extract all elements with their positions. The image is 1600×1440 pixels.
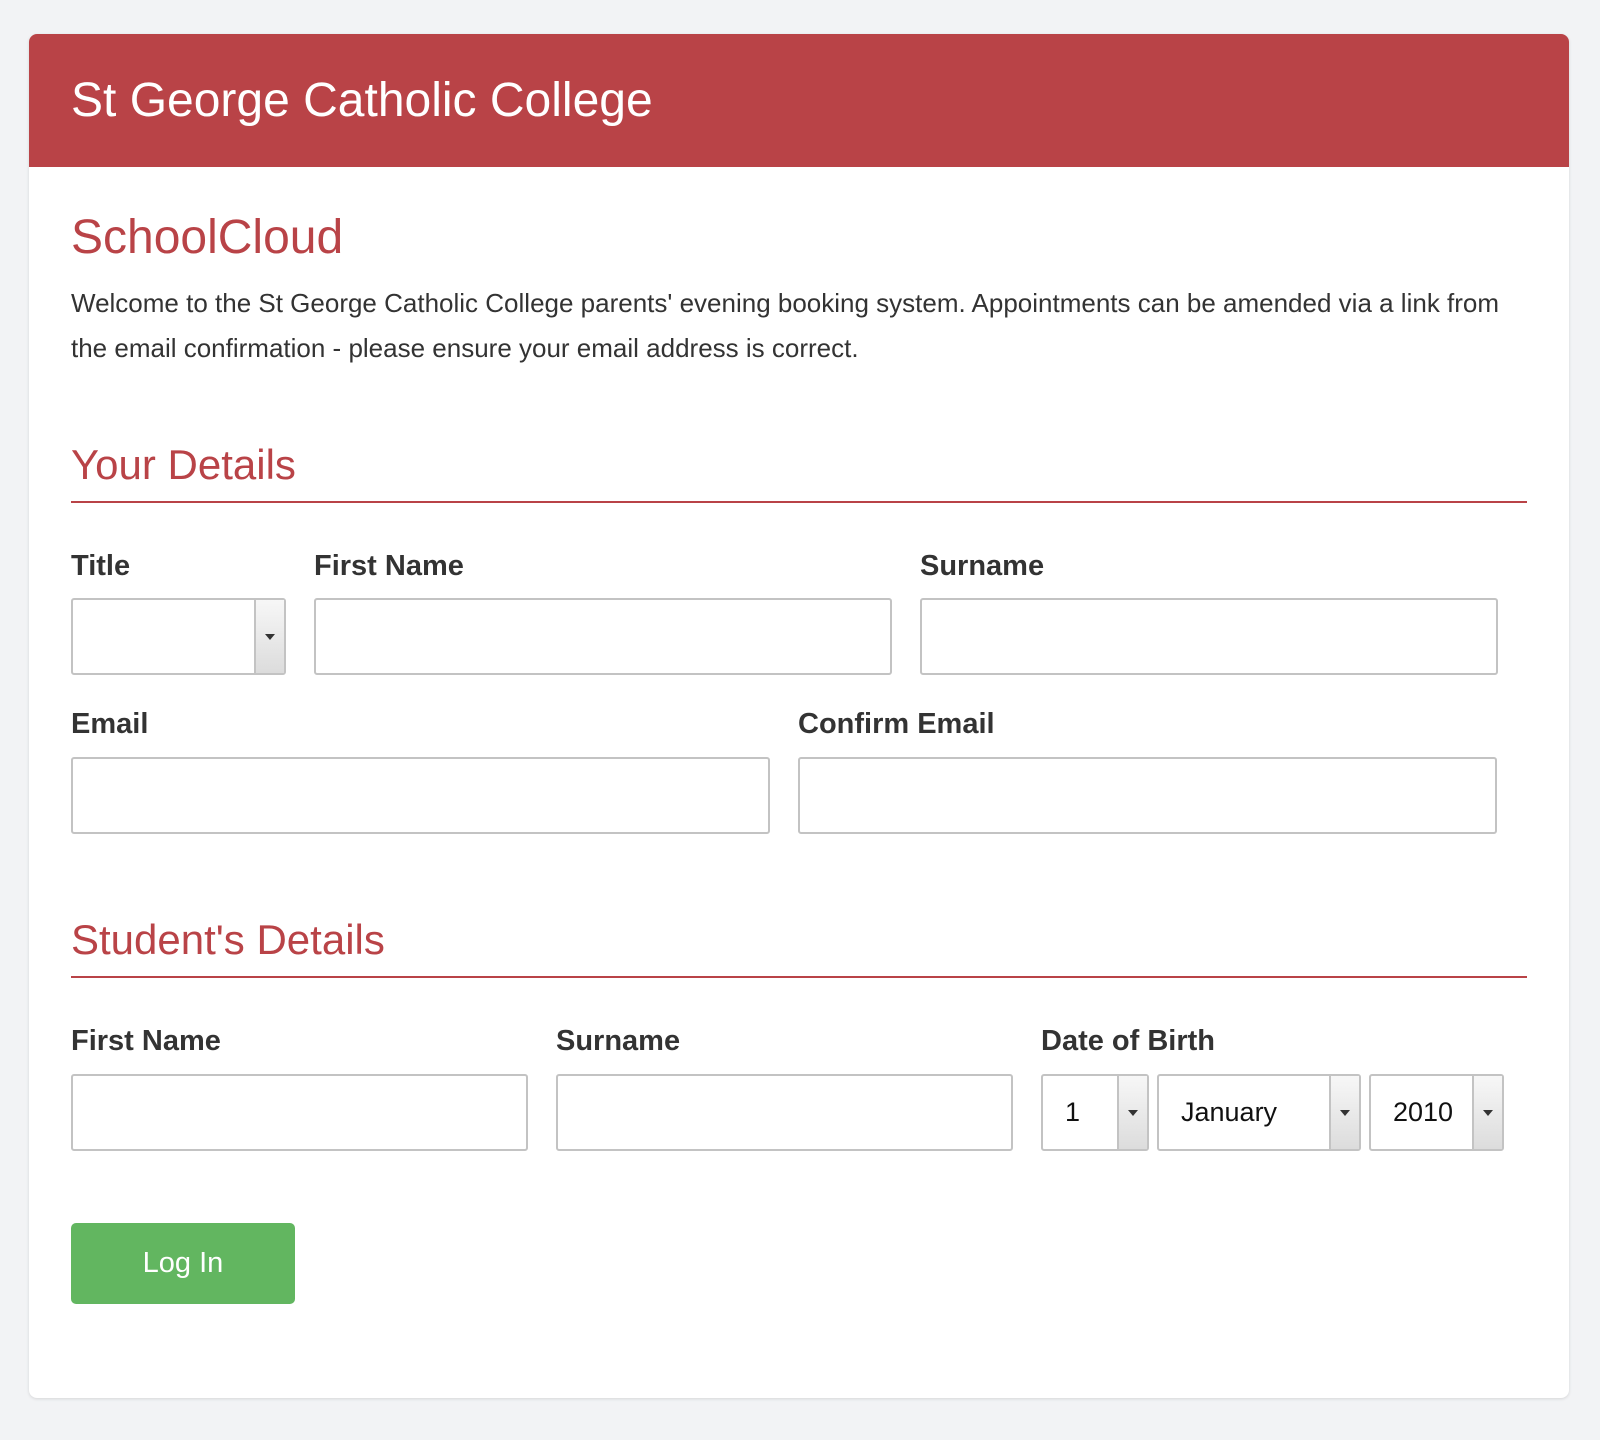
chevron-down-icon[interactable] (1329, 1076, 1359, 1150)
chevron-down-icon[interactable] (254, 600, 284, 674)
title-select[interactable] (71, 598, 286, 676)
email-input[interactable] (71, 757, 770, 835)
login-card: St George Catholic College SchoolCloud W… (29, 34, 1569, 1398)
welcome-text: Welcome to the St George Catholic Colleg… (71, 287, 1500, 363)
dob-year-value: 2010 (1393, 1097, 1454, 1128)
student-details-heading: Student's Details (71, 916, 1527, 979)
dob-month-select[interactable]: January (1157, 1074, 1361, 1152)
student-details-row: First Name Surname Date of Birth 1 Janua… (71, 1025, 1527, 1152)
confirm-email-input[interactable] (798, 757, 1497, 835)
dob-year-select[interactable]: 2010 (1369, 1074, 1504, 1152)
login-button[interactable]: Log In (71, 1223, 295, 1305)
school-name: St George Catholic College (71, 74, 653, 127)
dob-day-value: 1 (1065, 1097, 1081, 1128)
surname-field: Surname (920, 549, 1498, 676)
first-name-field: First Name (314, 549, 892, 676)
chevron-down-icon[interactable] (1472, 1076, 1502, 1150)
confirm-email-label: Confirm Email (798, 708, 995, 741)
date-of-birth-field: Date of Birth 1 January 2010 (1041, 1025, 1504, 1152)
student-first-name-input[interactable] (71, 1074, 528, 1152)
title-label: Title (71, 549, 131, 582)
email-field: Email (71, 708, 770, 835)
surname-label: Surname (920, 549, 1045, 582)
surname-input[interactable] (920, 598, 1498, 676)
header-banner: St George Catholic College (29, 34, 1569, 167)
title-field: Title (71, 549, 286, 676)
your-details-row-2: Email Confirm Email (71, 708, 1527, 835)
student-first-name-field: First Name (71, 1025, 528, 1152)
your-details-heading: Your Details (71, 441, 1527, 503)
date-of-birth-label: Date of Birth (1041, 1025, 1215, 1058)
your-details-row-1: Title First Name Surname (71, 549, 1527, 676)
first-name-input[interactable] (314, 598, 892, 676)
email-label: Email (71, 708, 149, 741)
dob-day-select[interactable]: 1 (1041, 1074, 1149, 1152)
student-surname-field: Surname (556, 1025, 1013, 1152)
student-surname-input[interactable] (556, 1074, 1013, 1152)
dob-month-value: January (1181, 1097, 1278, 1128)
chevron-down-icon[interactable] (1117, 1076, 1147, 1150)
first-name-label: First Name (314, 549, 464, 582)
brand-title: SchoolCloud (71, 211, 344, 264)
student-surname-label: Surname (556, 1025, 681, 1058)
student-first-name-label: First Name (71, 1025, 221, 1058)
date-of-birth-selects: 1 January 2010 (1041, 1074, 1504, 1152)
main-content: SchoolCloud Welcome to the St George Cat… (29, 209, 1569, 1305)
confirm-email-field: Confirm Email (798, 708, 1497, 835)
